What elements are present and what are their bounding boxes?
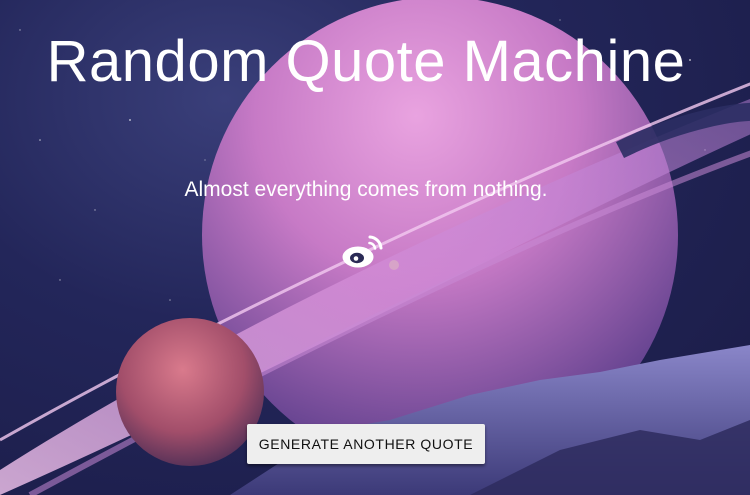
- red-moon: [116, 318, 264, 466]
- quote-machine-page: Random Quote Machine Almost everything c…: [0, 0, 750, 495]
- weibo-share-link[interactable]: [340, 232, 388, 270]
- weibo-icon: [342, 235, 383, 268]
- page-title: Random Quote Machine: [46, 29, 686, 94]
- tiny-moon: [389, 260, 399, 270]
- generate-quote-button[interactable]: GENERATE ANOTHER QUOTE: [247, 424, 485, 464]
- quote-text: Almost everything comes from nothing.: [184, 178, 548, 201]
